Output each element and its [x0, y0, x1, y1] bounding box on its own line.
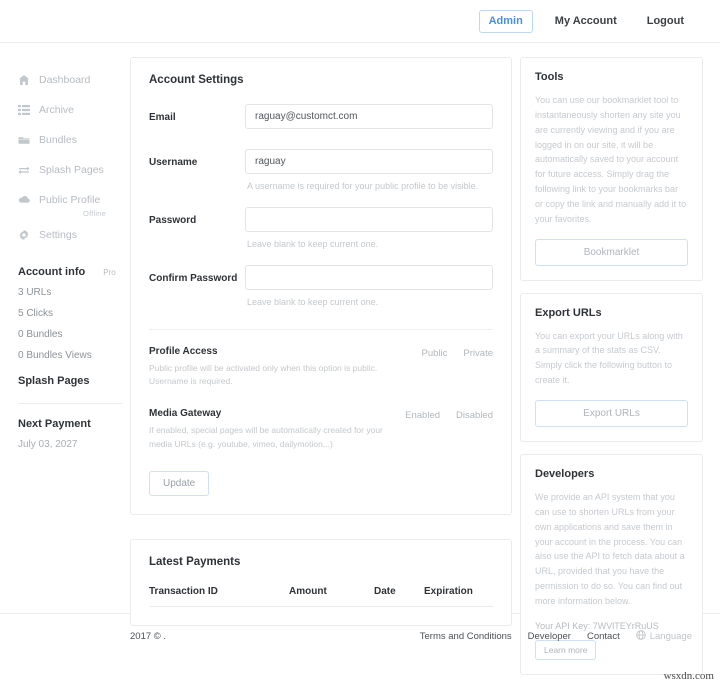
- swap-arrows-icon: [18, 164, 30, 176]
- column-date: Date: [374, 585, 396, 597]
- profile-access-row: Profile Access Public profile will be ac…: [149, 346, 493, 388]
- tools-title: Tools: [535, 71, 564, 83]
- email-row: Email: [149, 104, 493, 129]
- export-urls-text: You can export your URLs along with a su…: [535, 330, 683, 386]
- tools-panel: Tools You can use our bookmarklet tool t…: [520, 57, 703, 281]
- media-gateway-title: Media Gateway: [149, 408, 222, 420]
- developers-text: We provide an API system that you can us…: [535, 491, 685, 606]
- sidebar-divider: [18, 403, 122, 404]
- email-field[interactable]: [245, 104, 493, 129]
- pro-badge: Pro: [103, 268, 116, 277]
- home-icon: [18, 74, 30, 86]
- nav-item-my-account[interactable]: My Account: [547, 11, 625, 32]
- payments-table-header: Transaction ID Amount Date Expiration: [149, 586, 493, 607]
- username-row: Username A username is required for your…: [149, 149, 493, 203]
- stat-bundles: 0 Bundles: [18, 329, 63, 340]
- username-hint: A username is required for your public p…: [247, 181, 479, 191]
- username-field[interactable]: [245, 149, 493, 174]
- tools-text: You can use our bookmarklet tool to inst…: [535, 95, 687, 224]
- bookmarklet-button[interactable]: Bookmarklet: [535, 238, 688, 266]
- media-gateway-enabled-option[interactable]: Enabled: [405, 410, 440, 421]
- public-profile-status: Offline: [83, 209, 106, 218]
- folder-icon: [18, 134, 30, 146]
- right-column: Tools You can use our bookmarklet tool t…: [520, 57, 715, 675]
- password-hint: Leave blank to keep current one.: [247, 239, 379, 250]
- main-column: Account Settings Email Username A userna…: [130, 57, 520, 626]
- form-divider: [149, 329, 493, 331]
- nav-item-admin[interactable]: Admin: [478, 9, 533, 33]
- footer-link-contact[interactable]: Contact: [587, 631, 620, 642]
- language-label: Language: [649, 631, 692, 642]
- nav-item-logout[interactable]: Logout: [639, 11, 692, 32]
- sidebar-item-bundles[interactable]: Bundles: [18, 125, 130, 155]
- profile-access-desc: Public profile will be activated only wh…: [149, 363, 378, 387]
- page-title: Account Settings: [149, 74, 244, 86]
- update-button[interactable]: Update: [149, 470, 210, 496]
- footer-links: Terms and Conditions Developer Contact L…: [420, 630, 692, 643]
- media-gateway-desc: If enabled, special pages will be automa…: [149, 425, 383, 449]
- column-transaction-id: Transaction ID: [149, 585, 218, 597]
- column-expiration: Expiration: [424, 585, 473, 597]
- confirm-password-label: Confirm Password: [149, 273, 238, 285]
- stat-urls: 3 URLs: [18, 287, 52, 298]
- developers-title: Developers: [535, 467, 595, 480]
- page-body: Dashboard Archive Bundles Splash Pages P: [0, 43, 720, 675]
- profile-access-public-option[interactable]: Public: [422, 348, 448, 359]
- media-gateway-disabled-option[interactable]: Disabled: [456, 410, 493, 421]
- profile-access-title: Profile Access: [149, 346, 218, 358]
- profile-access-private-option[interactable]: Private: [463, 348, 493, 359]
- sidebar-item-label: Dashboard: [39, 74, 91, 86]
- gear-icon: [18, 229, 30, 241]
- next-payment-date: July 03, 2027: [18, 439, 78, 450]
- language-selector[interactable]: Language: [635, 630, 692, 643]
- export-urls-title: Export URLs: [535, 306, 602, 319]
- username-label: Username: [149, 157, 198, 168]
- sidebar-item-label: Splash Pages: [39, 164, 104, 176]
- confirm-password-hint: Leave blank to keep current one.: [247, 297, 379, 308]
- account-info-heading: Account info Pro: [18, 266, 130, 278]
- export-urls-panel: Export URLs You can export your URLs alo…: [520, 292, 703, 442]
- sidebar-item-label: Bundles: [39, 134, 77, 146]
- globe-icon: [635, 630, 646, 643]
- stat-clicks: 5 Clicks: [18, 308, 54, 319]
- top-navigation: Admin My Account Logout: [0, 0, 720, 42]
- stat-bundles-views: 0 Bundles Views: [18, 350, 92, 361]
- splash-pages-heading: Splash Pages: [18, 375, 90, 387]
- watermark: wsxdn.com: [663, 670, 714, 682]
- copyright: 2017 © .: [130, 631, 167, 642]
- confirm-password-field[interactable]: [245, 265, 493, 291]
- cloud-icon: [18, 194, 30, 206]
- sidebar-item-dashboard[interactable]: Dashboard: [18, 65, 130, 95]
- password-row: Password Leave blank to keep current one…: [149, 207, 493, 261]
- footer-link-developer[interactable]: Developer: [528, 631, 571, 642]
- next-payment-heading: Next Payment: [18, 418, 91, 430]
- sidebar-item-label: Archive: [39, 104, 75, 116]
- latest-payments-card: Latest Payments Transaction ID Amount Da…: [130, 538, 512, 626]
- email-label: Email: [149, 112, 176, 123]
- password-label: Password: [149, 215, 197, 227]
- sidebar-item-label: Public Profile: [39, 194, 101, 206]
- sidebar-item-splash-pages[interactable]: Splash Pages: [18, 155, 130, 185]
- account-settings-card: Account Settings Email Username A userna…: [130, 57, 512, 515]
- account-info-title: Account info: [18, 266, 86, 278]
- sidebar: Dashboard Archive Bundles Splash Pages P: [0, 57, 130, 613]
- export-urls-button[interactable]: Export URLs: [535, 399, 688, 427]
- sidebar-item-settings[interactable]: Settings: [18, 220, 130, 250]
- sidebar-item-archive[interactable]: Archive: [18, 95, 130, 125]
- media-gateway-row: Media Gateway If enabled, special pages …: [149, 408, 493, 450]
- password-field[interactable]: [245, 207, 493, 233]
- footer-link-terms[interactable]: Terms and Conditions: [420, 631, 512, 642]
- latest-payments-title: Latest Payments: [149, 555, 241, 568]
- confirm-password-row: Confirm Password Leave blank to keep cur…: [149, 265, 493, 319]
- sidebar-item-label: Settings: [39, 229, 77, 241]
- column-amount: Amount: [289, 585, 327, 597]
- list-icon: [18, 104, 30, 116]
